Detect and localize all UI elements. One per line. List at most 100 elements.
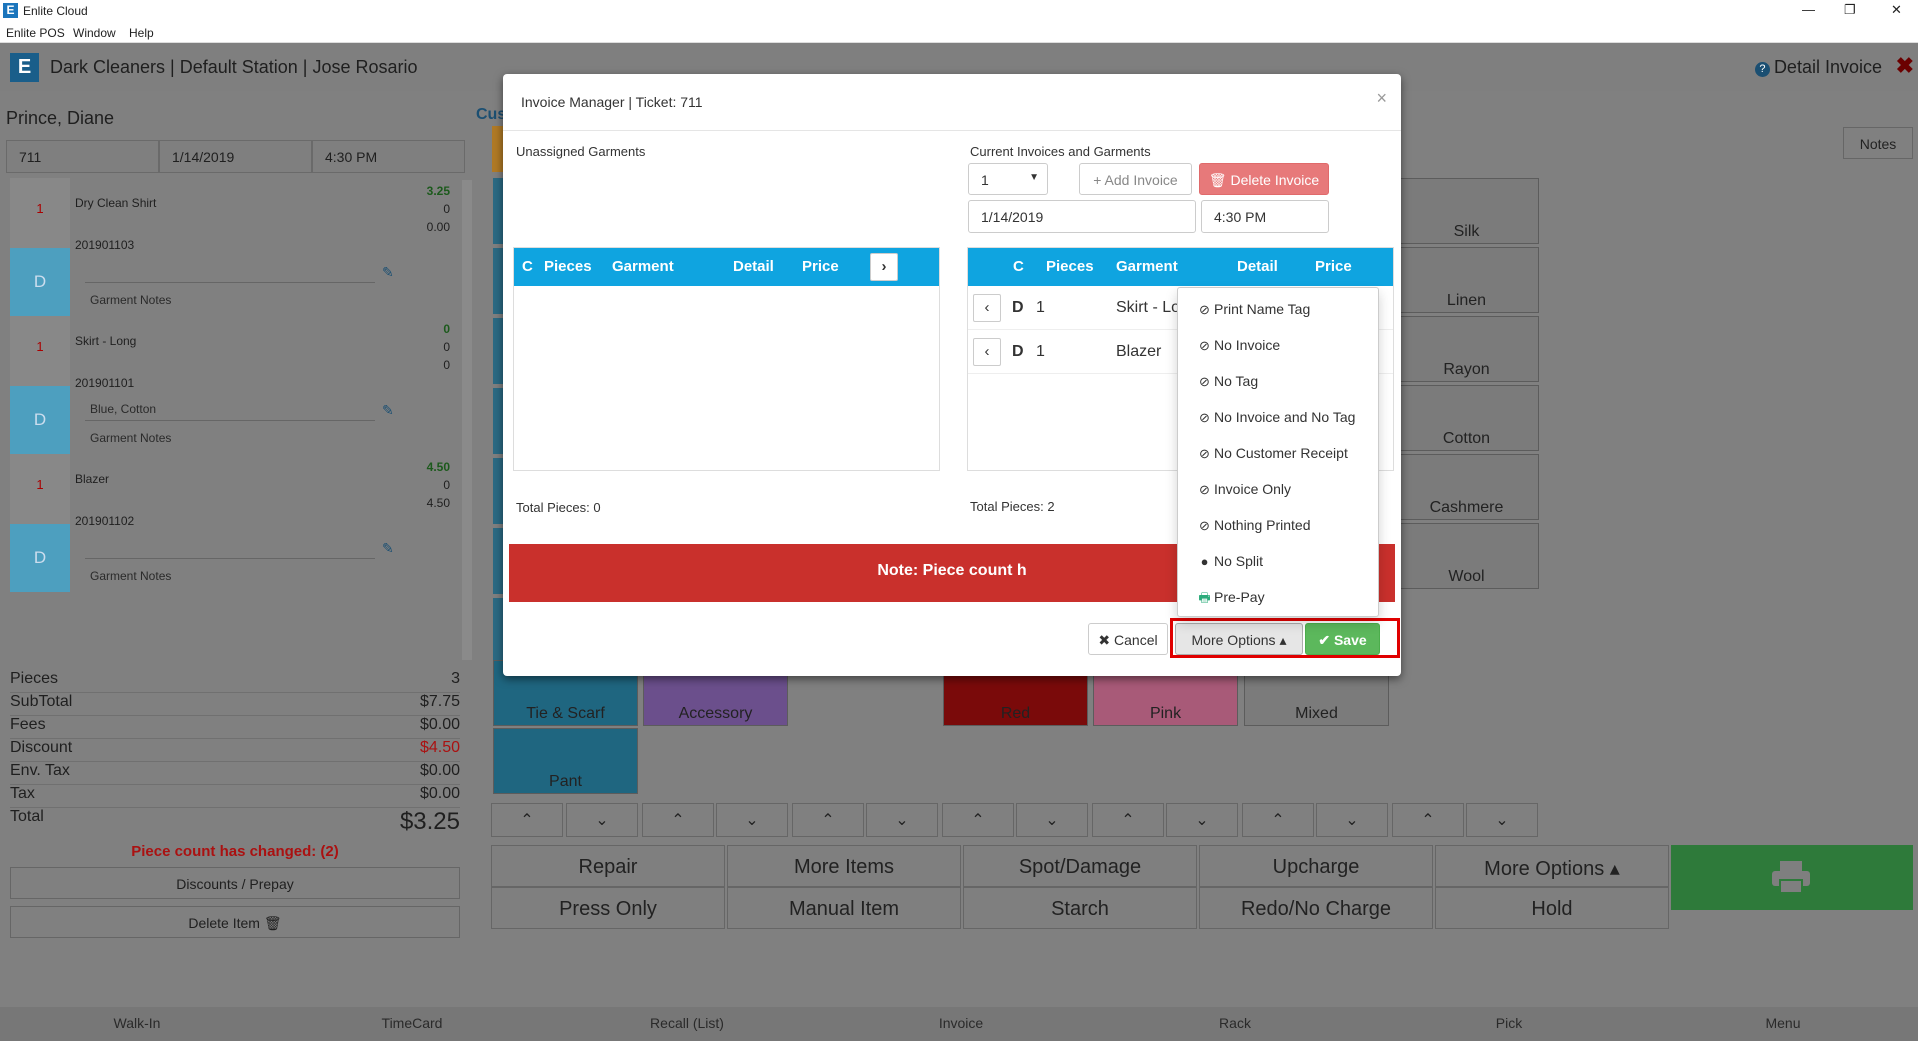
delete-item-button[interactable]: Delete Item 🗑 (10, 906, 460, 938)
edit-icon[interactable]: ✎ (382, 264, 394, 281)
list-scrollbar[interactable] (462, 180, 472, 660)
list-item[interactable]: 1 D Blazer 201901102 4.50 0 4.50 Garment N… (10, 454, 460, 592)
option-print-name-tag[interactable]: ⊘ Print Name Tag (1198, 301, 1310, 318)
close-detail-icon[interactable]: ✖ (1896, 53, 1914, 79)
item-code: 201901101 (75, 376, 135, 390)
garment-notes-label[interactable]: Garment Notes (90, 569, 171, 583)
starch-button[interactable]: Starch (963, 887, 1197, 929)
scroll-down-button[interactable]: ⌄ (1166, 803, 1238, 837)
category-tile[interactable] (493, 318, 503, 384)
restore-icon[interactable]: ❐ (1844, 2, 1856, 18)
chevron-left-icon[interactable]: ‹ (973, 338, 1001, 366)
category-tile[interactable] (493, 458, 503, 524)
redo-no-charge-button[interactable]: Redo/No Charge (1199, 887, 1433, 929)
nav-invoice[interactable]: Invoice (939, 1015, 983, 1031)
option-no-invoice[interactable]: ⊘ No Invoice (1198, 337, 1280, 354)
category-tile[interactable] (493, 528, 503, 594)
print-button[interactable] (1671, 845, 1913, 910)
cancel-button[interactable]: ✖ Cancel (1088, 623, 1168, 655)
invoice-date-input[interactable]: 1/14/2019 (968, 200, 1196, 233)
customer-name: Prince, Diane (6, 108, 115, 128)
tile-linen[interactable]: Linen (1394, 247, 1539, 313)
scroll-down-button[interactable]: ⌄ (866, 803, 938, 837)
modal-title: Invoice Manager | Ticket: 711 (521, 94, 703, 110)
category-tile[interactable] (493, 178, 503, 244)
discounts-prepay-button[interactable]: Discounts / Prepay (10, 867, 460, 899)
notes-button[interactable]: Notes (1843, 127, 1913, 159)
scroll-up-button[interactable]: ⌃ (1092, 803, 1164, 837)
nav-pick[interactable]: Pick (1496, 1015, 1522, 1031)
list-item[interactable]: 1 D Dry Clean Shirt 201901103 3.25 0 0.00 … (10, 178, 460, 316)
invoice-time-input[interactable]: 4:30 PM (1201, 200, 1329, 233)
tile-cotton[interactable]: Cotton (1394, 385, 1539, 451)
scroll-up-button[interactable]: ⌃ (491, 803, 563, 837)
category-tile[interactable] (493, 248, 503, 314)
hold-button[interactable]: Hold (1435, 887, 1669, 929)
delete-invoice-button[interactable]: 🗑 Delete Invoice (1199, 163, 1329, 195)
scroll-down-button[interactable]: ⌄ (566, 803, 638, 837)
spot-damage-button[interactable]: Spot/Damage (963, 845, 1197, 887)
add-invoice-button[interactable]: + Add Invoice (1079, 163, 1192, 195)
minimize-icon[interactable]: — (1802, 2, 1815, 17)
item-prices: 3.25 0 0.00 (426, 184, 450, 234)
item-name: Skirt - Long (75, 334, 137, 348)
nav-menu[interactable]: Menu (1765, 1015, 1800, 1031)
menu-help[interactable]: Help (129, 26, 154, 40)
bottom-nav: Walk-In TimeCard Recall (List) Invoice R… (0, 1007, 1918, 1041)
ban-icon: ⊘ (1199, 446, 1210, 461)
scroll-up-button[interactable]: ⌃ (1392, 803, 1464, 837)
nav-walk-in[interactable]: Walk-In (114, 1015, 161, 1031)
tile-wool[interactable]: Wool (1394, 523, 1539, 589)
scroll-down-button[interactable]: ⌄ (716, 803, 788, 837)
upcharge-button[interactable]: Upcharge (1199, 845, 1433, 887)
press-only-button[interactable]: Press Only (491, 887, 725, 929)
option-no-customer-receipt[interactable]: ⊘ No Customer Receipt (1198, 445, 1348, 462)
chevron-left-icon[interactable]: ‹ (973, 294, 1001, 322)
repair-button[interactable]: Repair (491, 845, 725, 887)
option-no-invoice-no-tag[interactable]: ⊘ No Invoice and No Tag (1198, 409, 1355, 426)
scroll-down-button[interactable]: ⌄ (1016, 803, 1088, 837)
menu-enlite-pos[interactable]: Enlite POS (6, 26, 65, 40)
invoice-select[interactable]: 1 ▼ (968, 163, 1048, 195)
more-items-button[interactable]: More Items (727, 845, 961, 887)
option-invoice-only[interactable]: ⊘ Invoice Only (1198, 481, 1291, 498)
nav-timecard[interactable]: TimeCard (382, 1015, 443, 1031)
chevron-right-icon[interactable]: › (870, 253, 898, 281)
tile-cashmere[interactable]: Cashmere (1394, 454, 1539, 520)
item-name: Blazer (75, 472, 110, 486)
more-options-dropdown: ⊘ Print Name Tag ⊘ No Invoice ⊘ No Tag ⊘ No … (1177, 287, 1379, 617)
scroll-up-button[interactable]: ⌃ (792, 803, 864, 837)
modal-header: Invoice Manager | Ticket: 711 × (503, 74, 1401, 131)
item-code: 201901102 (75, 514, 135, 528)
option-no-split[interactable]: ● No Split (1198, 553, 1263, 569)
scroll-up-button[interactable]: ⌃ (642, 803, 714, 837)
garment-notes-label[interactable]: Garment Notes (90, 431, 171, 445)
edit-icon[interactable]: ✎ (382, 540, 394, 557)
edit-icon[interactable]: ✎ (382, 402, 394, 419)
scroll-up-button[interactable]: ⌃ (942, 803, 1014, 837)
window-close-icon[interactable]: ✕ (1891, 2, 1902, 18)
modal-close-icon[interactable]: × (1376, 88, 1387, 109)
printer-icon (1772, 861, 1810, 894)
manual-item-button[interactable]: Manual Item (727, 887, 961, 929)
tile-silk[interactable]: Silk (1394, 178, 1539, 244)
nav-rack[interactable]: Rack (1219, 1015, 1251, 1031)
category-tile[interactable] (493, 388, 503, 454)
menu-window[interactable]: Window (73, 26, 116, 40)
list-item[interactable]: 1 D Skirt - Long 201901101 000 Blue, Cot… (10, 316, 460, 454)
item-qty: 1 (10, 178, 70, 248)
tile-pant[interactable]: Pant (493, 728, 638, 794)
option-no-tag[interactable]: ⊘ No Tag (1198, 373, 1258, 390)
option-pre-pay[interactable]: 🖶 Pre-Pay (1198, 589, 1264, 611)
option-nothing-printed[interactable]: ⊘ Nothing Printed (1198, 517, 1310, 534)
scroll-down-button[interactable]: ⌄ (1316, 803, 1388, 837)
category-tile[interactable] (493, 598, 503, 664)
tile-rayon[interactable]: Rayon (1394, 316, 1539, 382)
nav-recall[interactable]: Recall (List) (650, 1015, 724, 1031)
more-options-main-button[interactable]: More Options ▴ (1435, 845, 1669, 887)
scroll-up-button[interactable]: ⌃ (1242, 803, 1314, 837)
garment-notes-label[interactable]: Garment Notes (90, 293, 171, 307)
print-icon: 🖶 (1198, 590, 1211, 605)
scroll-down-button[interactable]: ⌄ (1466, 803, 1538, 837)
detail-invoice-label[interactable]: ? Detail Invoice (1754, 57, 1882, 78)
